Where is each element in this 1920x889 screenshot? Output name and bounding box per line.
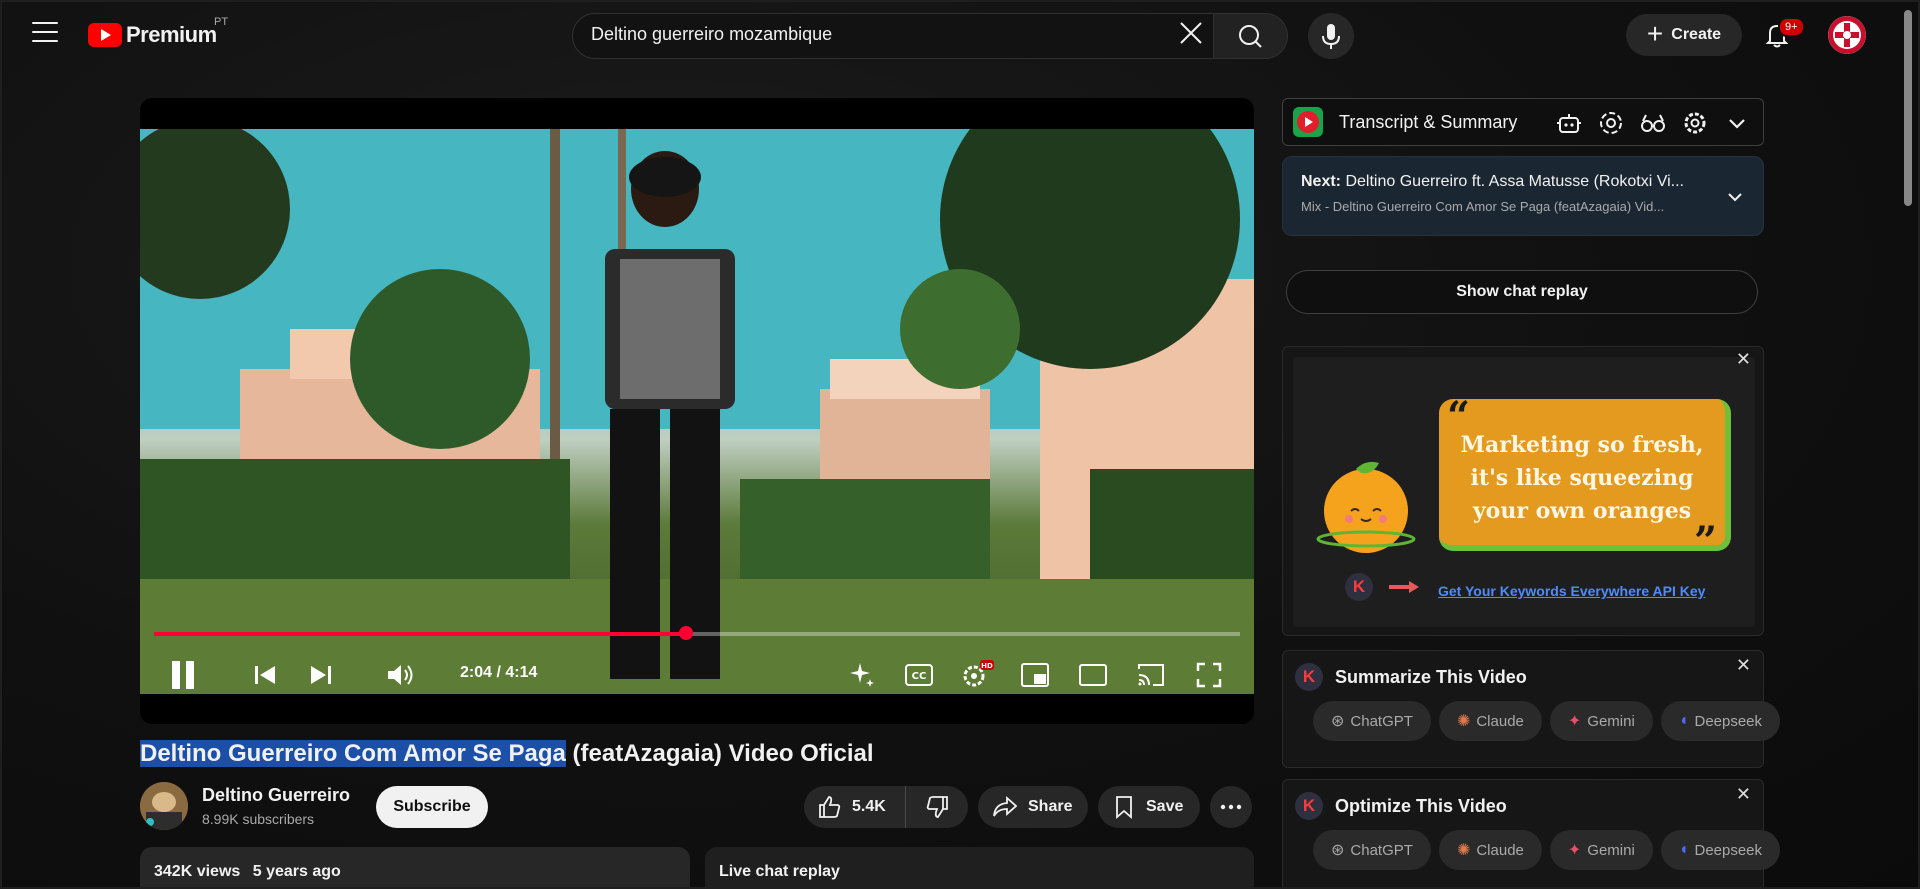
window-frame (0, 0, 1920, 889)
